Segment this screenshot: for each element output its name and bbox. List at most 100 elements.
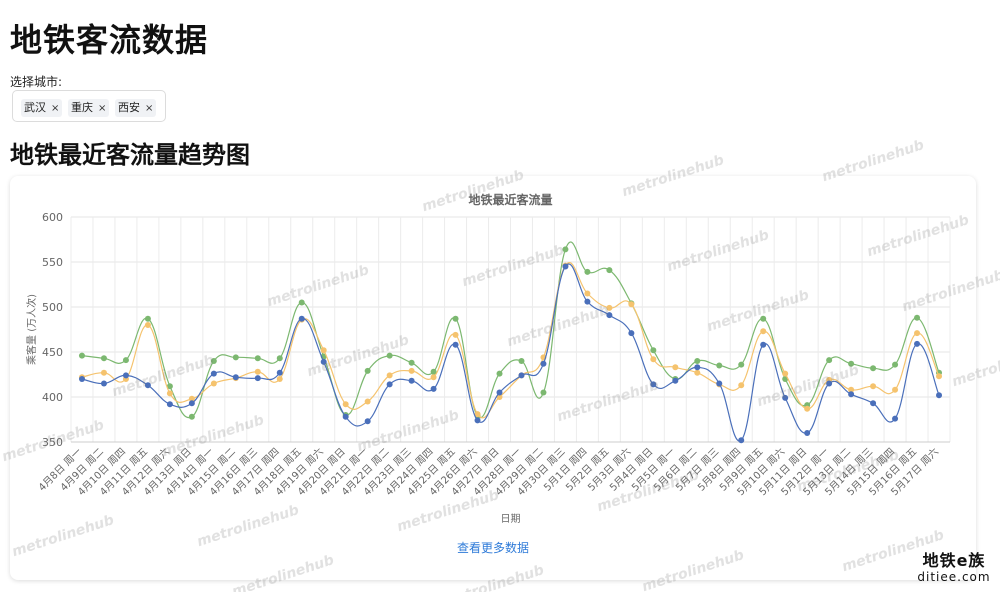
city-select-label: 选择城市: — [10, 75, 63, 89]
series-3-point — [738, 437, 745, 444]
series-1-point — [518, 358, 525, 364]
remove-tag-icon[interactable]: × — [145, 103, 153, 114]
series-3-point — [848, 391, 855, 398]
series-3-point — [342, 413, 349, 420]
section-title: 地铁最近客流量趋势图 — [10, 141, 250, 169]
series-3-point — [694, 364, 701, 371]
series-2-point — [672, 364, 679, 371]
series-1-point — [716, 362, 723, 369]
remove-tag-icon[interactable]: × — [51, 103, 59, 114]
series-1-point — [562, 246, 569, 253]
series-1-point — [408, 359, 415, 366]
series-2-point — [386, 372, 393, 379]
series-3-point — [188, 400, 195, 407]
series-3-point — [606, 312, 613, 319]
series-1-point — [78, 352, 85, 359]
site-logo-cn: 地铁e族 — [922, 551, 986, 570]
city-tag-label: 西安 — [118, 101, 140, 114]
y-tick-label: 600 — [42, 211, 63, 224]
series-1-point — [364, 367, 371, 374]
series-2-point — [430, 374, 437, 381]
city-tag-chongqing: 重庆 × — [68, 99, 110, 117]
series-1-point — [650, 347, 657, 354]
series-2-point — [452, 331, 459, 338]
series-1-point — [210, 358, 217, 364]
series-3-point — [298, 315, 305, 322]
series-3-point — [254, 375, 261, 382]
series-3-point — [496, 389, 503, 396]
series-1-point — [276, 355, 283, 362]
series-2-point — [144, 322, 151, 328]
series-3-point — [122, 372, 129, 379]
site-logo-en: ditiee.com — [917, 570, 991, 584]
series-3-point — [210, 370, 217, 377]
series-2-point — [936, 373, 943, 380]
series-2-point — [254, 368, 261, 375]
series-1-point — [298, 299, 305, 306]
series-2-point — [650, 356, 657, 363]
series-2-point — [210, 380, 217, 387]
series-1-point — [738, 361, 745, 368]
series-1-point — [188, 413, 195, 420]
series-2-point — [628, 301, 635, 308]
series-2-point — [782, 370, 789, 377]
series-2-point — [166, 390, 173, 397]
series-1-point — [386, 352, 393, 359]
series-2-point — [342, 401, 349, 408]
series-1-point — [584, 268, 591, 275]
series-3-point — [782, 394, 789, 401]
series-3-point — [936, 392, 943, 399]
series-2-point — [364, 398, 371, 405]
series-1-point — [496, 370, 503, 377]
series-3-point — [474, 417, 481, 424]
x-axis-title: 日期 — [501, 513, 521, 525]
series-1-point — [100, 355, 107, 362]
city-tag-wuhan: 武汉 × — [21, 99, 63, 117]
series-3-point — [232, 374, 239, 381]
series-1-point — [892, 361, 899, 368]
series-1-point — [870, 365, 877, 372]
series-3-point — [408, 377, 415, 384]
chart-title: 地铁最近客流量 — [468, 192, 552, 207]
series-2-point — [914, 330, 921, 337]
series-3-point — [430, 385, 437, 392]
series-1-point — [232, 354, 239, 361]
city-tag-label: 武汉 — [24, 101, 46, 114]
site-logo: 地铁e族 ditiee.com — [914, 551, 994, 585]
series-2-point — [276, 376, 283, 382]
series-1-point — [848, 360, 855, 367]
series-2-point — [892, 386, 899, 393]
series-3-point — [452, 341, 459, 348]
series-3-point — [672, 377, 679, 384]
y-tick-label: 500 — [42, 301, 63, 314]
series-3-point — [914, 340, 921, 347]
series-2-point — [100, 369, 107, 376]
series-3-point — [276, 369, 283, 376]
series-1-point — [826, 357, 833, 364]
series-3-point — [650, 381, 657, 388]
y-tick-label: 450 — [42, 346, 63, 359]
remove-tag-icon[interactable]: × — [98, 103, 106, 114]
view-more-link[interactable]: 查看更多数据 — [10, 539, 976, 556]
city-tag-label: 重庆 — [71, 101, 93, 114]
series-2-point — [584, 290, 591, 297]
series-2-point — [870, 383, 877, 390]
series-3-point — [760, 341, 767, 348]
series-2-point — [606, 304, 613, 311]
chart-card: 地铁最近客流量 350 400 450 500 550 600 4月8日 周一 4月9日 周二 4… — [10, 176, 976, 580]
series-1-point — [144, 315, 151, 322]
series-3-point — [144, 382, 151, 389]
series-1-point — [452, 315, 459, 322]
series-3-point — [870, 400, 877, 407]
series-2-point — [408, 367, 415, 374]
y-tick-label: 550 — [42, 256, 63, 269]
series-3-point — [166, 401, 173, 408]
series-3-point — [100, 380, 107, 387]
series-3-point — [892, 415, 899, 422]
series-2-point — [694, 369, 701, 376]
series-1-point — [606, 267, 613, 274]
city-multi-select[interactable]: 武汉 × 重庆 × 西安 × — [12, 90, 166, 122]
series-2-point — [320, 347, 327, 354]
page-title: 地铁客流数据 — [10, 21, 209, 59]
series-3-point — [386, 381, 393, 388]
